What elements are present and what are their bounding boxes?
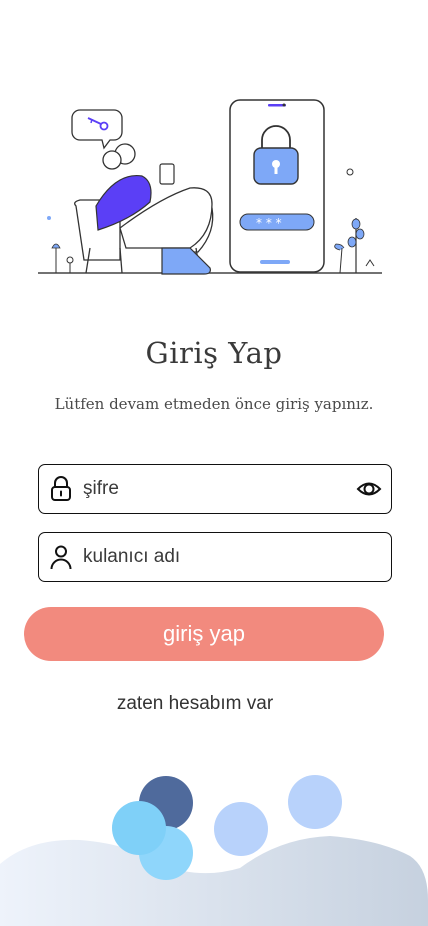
- login-button[interactable]: giriş yap: [24, 607, 384, 661]
- username-input[interactable]: [83, 541, 343, 573]
- username-field[interactable]: [38, 532, 392, 582]
- eye-icon[interactable]: [356, 477, 382, 501]
- lock-icon: [51, 476, 71, 501]
- password-input[interactable]: [83, 473, 343, 505]
- svg-text:* * *: * * *: [256, 216, 282, 230]
- page-title: Giriş Yap: [145, 336, 283, 370]
- user-icon: [50, 545, 72, 570]
- password-field[interactable]: [38, 464, 392, 514]
- have-account-link[interactable]: zaten hesabım var: [0, 693, 390, 715]
- page-subtitle: Lütfen devam etmeden önce giriş yapınız.: [54, 395, 374, 413]
- login-illustration: * * *: [38, 99, 382, 275]
- decorative-background: [0, 775, 428, 926]
